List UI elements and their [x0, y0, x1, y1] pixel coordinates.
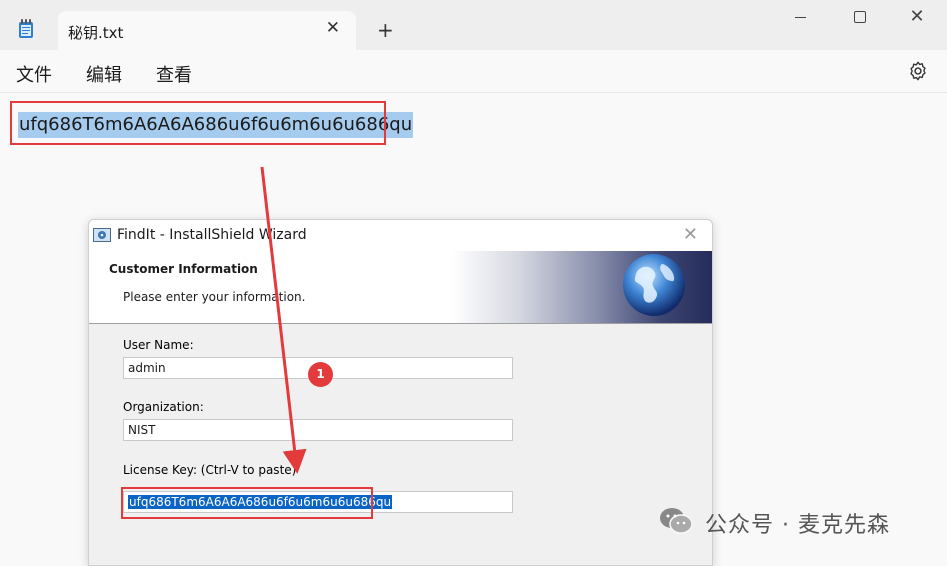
notepad-app-icon	[19, 19, 33, 38]
watermark-text: 公众号 · 麦克先森	[705, 513, 890, 538]
maximize-button[interactable]	[848, 6, 870, 28]
window-close-button[interactable]: ✕	[906, 6, 928, 28]
globe-icon	[623, 254, 685, 316]
tab-file[interactable]: 秘钥.txt ✕	[58, 11, 356, 50]
tab-label: 秘钥.txt	[68, 24, 124, 42]
organization-label: Organization:	[123, 400, 204, 414]
highlight-box-license	[121, 487, 373, 519]
installer-icon	[93, 228, 111, 242]
menu-file[interactable]: 文件	[16, 61, 52, 87]
dialog-title: FindIt - InstallShield Wizard	[117, 227, 307, 243]
gear-icon[interactable]	[907, 60, 929, 82]
dialog-titlebar: FindIt - InstallShield Wizard ✕	[89, 220, 712, 251]
step-badge: 1	[308, 362, 333, 387]
header-title: Customer Information	[109, 262, 258, 276]
menubar: 文件 编辑 查看	[0, 50, 947, 93]
organization-input[interactable]: NIST	[123, 419, 513, 441]
notepad-titlebar: 秘钥.txt ✕ + ✕	[0, 0, 947, 50]
menu-view[interactable]: 查看	[156, 61, 192, 87]
dialog-close-icon[interactable]: ✕	[683, 224, 698, 245]
tab-close-icon[interactable]: ✕	[326, 18, 340, 38]
user-name-label: User Name:	[123, 338, 194, 352]
dialog-header: Customer Information Please enter your i…	[89, 251, 712, 324]
highlight-box-editor	[10, 101, 386, 145]
header-subtitle: Please enter your information.	[123, 290, 306, 304]
wechat-icon	[660, 508, 693, 534]
new-tab-button[interactable]: +	[377, 18, 394, 42]
menu-edit[interactable]: 编辑	[86, 61, 122, 87]
license-key-label: License Key: (Ctrl-V to paste)	[123, 463, 297, 477]
minimize-button[interactable]	[790, 6, 812, 28]
